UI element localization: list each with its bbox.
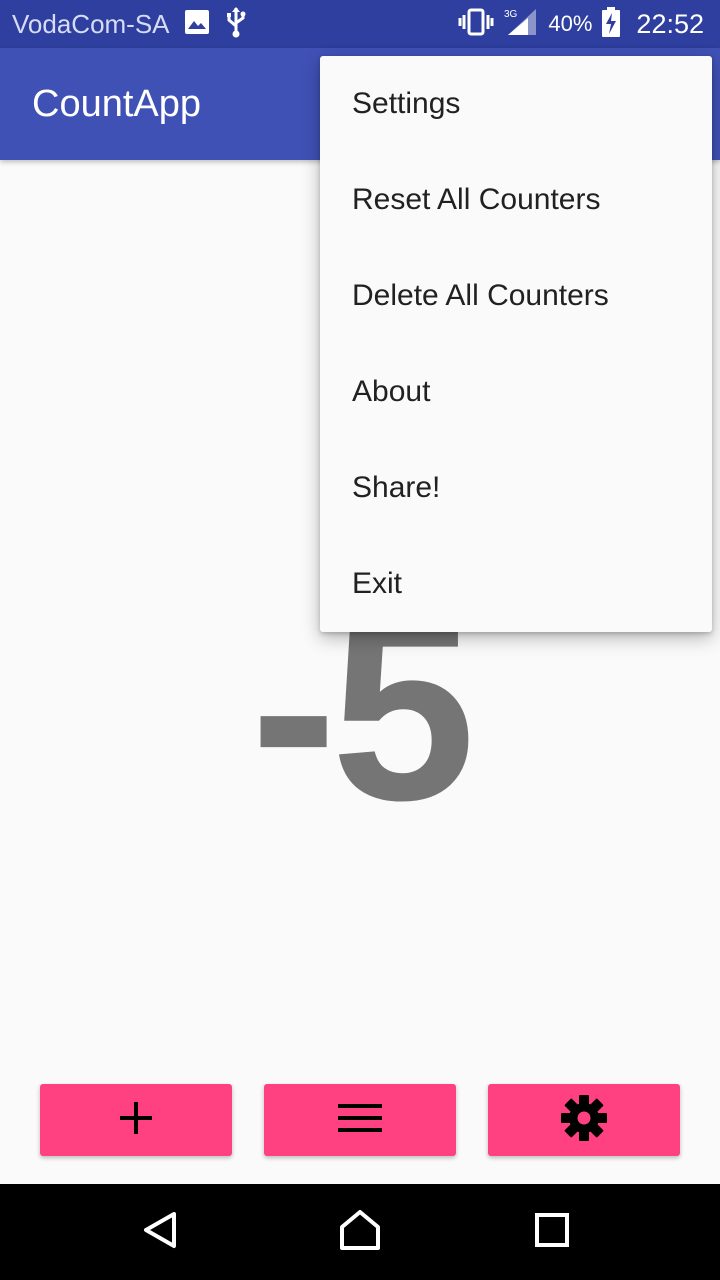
status-left: VodaCom-SA [12,0,248,48]
bottom-button-bar [0,1084,720,1156]
battery-charging-icon [602,6,621,42]
menu-icon [338,1103,382,1138]
status-bar: VodaCom-SA 3G 40% 22:52 [0,0,720,48]
overflow-menu: Settings Reset All Counters Delete All C… [320,56,712,632]
menu-item-settings[interactable]: Settings [320,56,712,152]
counters-list-button[interactable] [264,1084,456,1156]
svg-text:3G: 3G [504,9,518,20]
gear-icon [560,1094,608,1147]
vibrate-icon [458,8,494,41]
home-icon [338,1209,382,1256]
signal-3g-icon: 3G [504,7,538,42]
carrier-name: VodaCom-SA [12,8,170,39]
back-button[interactable] [136,1208,184,1256]
navigation-bar [0,1184,720,1280]
image-icon [184,9,210,40]
app-title: CountApp [32,83,202,125]
add-button[interactable] [40,1084,232,1156]
menu-item-delete-all-counters[interactable]: Delete All Counters [320,248,712,344]
menu-item-reset-all-counters[interactable]: Reset All Counters [320,152,712,248]
battery-level: 40% [548,11,593,36]
status-right: 3G 40% 22:52 [458,0,704,48]
home-button[interactable] [336,1208,384,1256]
clock: 22:52 [636,8,704,39]
recents-icon [534,1212,570,1253]
menu-item-about[interactable]: About [320,344,712,440]
recents-button[interactable] [528,1208,576,1256]
menu-item-share[interactable]: Share! [320,440,712,536]
back-icon [140,1210,180,1255]
menu-item-exit[interactable]: Exit [320,536,712,632]
plus-icon [118,1100,154,1141]
settings-button[interactable] [488,1084,680,1156]
usb-icon [224,6,248,43]
